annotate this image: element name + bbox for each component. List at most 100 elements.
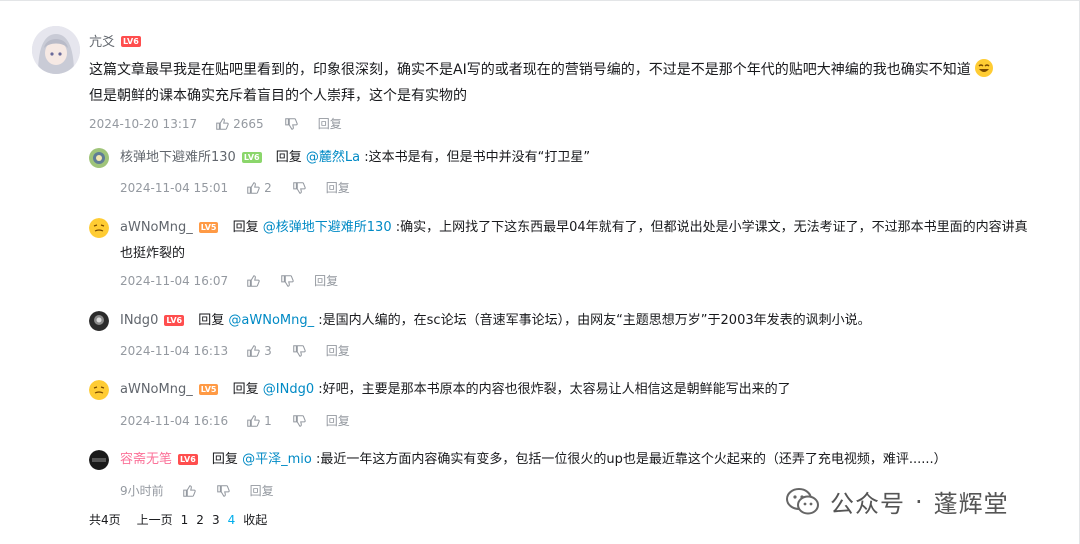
like-icon xyxy=(247,181,260,194)
reply-prefix: 回复 xyxy=(211,452,238,467)
comment-text: 这篇文章最早我是在贴吧里看到的，印象很深刻，确实不是AI写的或者现在的营销号编的… xyxy=(89,56,994,84)
page-total: 共4页 xyxy=(89,513,121,527)
reply-text: :是国内人编的，在sc论坛（音速军事论坛），由网友“主题思想万岁”于2003年发… xyxy=(318,313,871,328)
reply-text: :好吧，主要是那本书原本的内容也很炸裂，太容易让人相信这是朝鲜能写出来的了 xyxy=(318,382,791,397)
username[interactable]: INdg0 xyxy=(120,313,158,328)
username[interactable]: 核弹地下避难所130 xyxy=(120,150,236,165)
timestamp: 2024-10-20 13:17 xyxy=(89,116,198,131)
like-icon xyxy=(247,414,260,427)
laugh-emoji-icon xyxy=(975,59,994,77)
comment-line-2: 但是朝鲜的课本确实充斥着盲目的个人崇拜，这个是有实物的 xyxy=(89,88,467,104)
reply-text-continued: 也挺炸裂的 xyxy=(120,246,186,261)
comment-meta: 2024-10-20 13:17 2665 回复 xyxy=(89,115,342,132)
reply-line: 核弹地下避难所130 LV6 回复 @麓然La :这本书是有，但是书中并没有“打卫… xyxy=(120,146,590,170)
username[interactable]: aWNoMng_ xyxy=(120,220,193,235)
avatar[interactable] xyxy=(89,148,109,168)
reply-button[interactable]: 回复 xyxy=(318,115,342,132)
reply-line: 容斋无笔 LV6 回复 @平泽_mio :最近一年这方面内容确实有变多，包括一位很… xyxy=(120,448,947,472)
dislike-button[interactable] xyxy=(216,484,230,498)
dislike-icon xyxy=(281,274,294,287)
reply-meta: 2024-11-04 16:13 3 回复 xyxy=(120,342,350,359)
timestamp: 2024-11-04 16:07 xyxy=(120,273,229,288)
dislike-button[interactable] xyxy=(292,181,306,195)
avatar[interactable] xyxy=(32,26,80,74)
reply-button[interactable]: 回复 xyxy=(326,179,350,196)
watermark: 公众号 · 蓬辉堂 xyxy=(786,484,1009,519)
page-link-1[interactable]: 1 xyxy=(181,513,189,527)
mention-link[interactable]: @INdg0 xyxy=(263,382,314,397)
reply-text: :这本书是有，但是书中并没有“打卫星” xyxy=(364,150,591,165)
reply-prefix: 回复 xyxy=(198,313,225,328)
username[interactable]: aWNoMng_ xyxy=(120,382,193,397)
reply-button[interactable]: 回复 xyxy=(314,272,338,289)
like-button[interactable]: 2665 xyxy=(215,117,264,131)
reply-prefix: 回复 xyxy=(275,150,302,165)
username[interactable]: 容斋无笔 xyxy=(120,452,172,467)
like-button[interactable]: 2 xyxy=(246,181,272,195)
reply-line: aWNoMng_ LV5 回复 @核弹地下避难所130 :确实，上网找了下这东西最… xyxy=(120,216,1028,240)
level-badge: LV6 xyxy=(241,152,262,163)
reply-line: aWNoMng_ LV5 回复 @INdg0 :好吧，主要是那本书原本的内容也很炸… xyxy=(120,378,791,402)
prev-page-link[interactable]: 上一页 xyxy=(137,511,173,528)
mention-link[interactable]: @麓然La xyxy=(306,150,360,165)
reply-prefix: 回复 xyxy=(232,382,259,397)
like-count: 2665 xyxy=(233,116,264,131)
mention-link[interactable]: @核弹地下避难所130 xyxy=(263,220,392,235)
avatar[interactable] xyxy=(89,218,109,238)
dislike-button[interactable] xyxy=(292,344,306,358)
level-badge: LV6 xyxy=(164,315,185,326)
page-link-3[interactable]: 3 xyxy=(212,513,220,527)
reply-text: :最近一年这方面内容确实有变多，包括一位很火的up也是最近靠这个火起来的（还弄了… xyxy=(315,452,947,467)
level-badge: LV6 xyxy=(178,454,198,465)
like-button[interactable]: 3 xyxy=(246,344,272,358)
dislike-icon xyxy=(293,181,306,194)
timestamp: 9小时前 xyxy=(120,484,164,498)
page-link-4-current[interactable]: 4 xyxy=(228,513,236,527)
level-badge: LV6 xyxy=(121,36,141,47)
like-count: 2 xyxy=(264,180,272,195)
reply-line: INdg0 LV6 回复 @aWNoMng_ :是国内人编的，在sc论坛（音速军事… xyxy=(120,309,871,333)
like-count: 3 xyxy=(264,343,272,358)
like-icon xyxy=(182,484,196,497)
top-divider xyxy=(0,0,1080,7)
reply-button[interactable]: 回复 xyxy=(326,412,350,429)
timestamp: 2024-11-04 16:16 xyxy=(120,413,229,428)
watermark-dot: · xyxy=(915,487,924,516)
timestamp: 2024-11-04 16:13 xyxy=(120,343,229,358)
timestamp: 2024-11-04 15:01 xyxy=(120,180,229,195)
collapse-link[interactable]: 收起 xyxy=(243,511,267,528)
reply-meta: 2024-11-04 16:07 回复 xyxy=(120,272,338,289)
page-link-2[interactable]: 2 xyxy=(196,513,204,527)
like-button[interactable] xyxy=(246,274,260,288)
mention-link[interactable]: @平泽_mio xyxy=(242,452,312,467)
reply-meta: 9小时前 回复 xyxy=(120,482,274,499)
watermark-left: 公众号 xyxy=(830,490,905,518)
dislike-icon xyxy=(284,117,298,130)
watermark-right: 蓬辉堂 xyxy=(933,490,1009,518)
avatar[interactable] xyxy=(89,311,109,331)
like-button[interactable]: 1 xyxy=(246,414,272,428)
dislike-button[interactable] xyxy=(280,274,294,288)
mention-link[interactable]: @aWNoMng_ xyxy=(228,313,314,328)
comment-line-1: 这篇文章最早我是在贴吧里看到的，印象很深刻，确实不是AI写的或者现在的营销号编的… xyxy=(89,62,971,78)
like-button[interactable] xyxy=(182,484,196,498)
reply-meta: 2024-11-04 16:16 1 回复 xyxy=(120,412,350,429)
username[interactable]: 亢爻 xyxy=(89,35,115,50)
like-icon xyxy=(247,274,260,287)
avatar[interactable] xyxy=(89,450,109,470)
reply-text: :确实，上网找了下这东西最早04年就有了，但都说出处是小学课文，无法考证了，不过… xyxy=(395,220,1028,235)
wechat-icon xyxy=(786,487,819,514)
like-count: 1 xyxy=(264,413,272,428)
dislike-button[interactable] xyxy=(292,414,306,428)
like-icon xyxy=(216,117,229,130)
like-icon xyxy=(247,344,260,357)
level-badge: LV5 xyxy=(198,384,219,395)
dislike-icon xyxy=(216,484,230,497)
dislike-button[interactable] xyxy=(284,117,298,131)
avatar[interactable] xyxy=(89,380,109,400)
reply-button[interactable]: 回复 xyxy=(250,482,274,499)
dislike-icon xyxy=(293,344,306,357)
reply-button[interactable]: 回复 xyxy=(326,342,350,359)
dislike-icon xyxy=(293,414,306,427)
comment-header: 亢爻 LV6 xyxy=(89,31,141,50)
